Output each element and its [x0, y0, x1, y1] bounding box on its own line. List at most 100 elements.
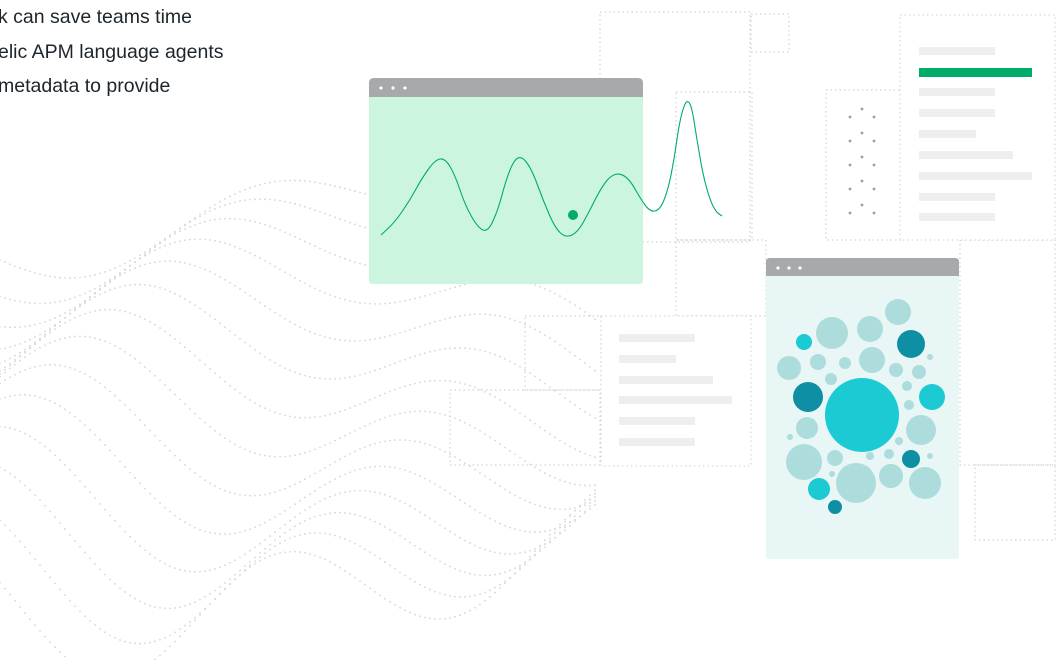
wave-field-dot: [59, 338, 61, 341]
wave-field-dot: [74, 415, 76, 418]
wave-field-dot: [29, 302, 31, 304]
wave-field-dot: [179, 606, 181, 609]
wave-field-dot: [239, 556, 241, 559]
wave-field-dot: [339, 297, 341, 300]
wave-field-dot: [74, 368, 76, 371]
wave-field-dot: [299, 179, 301, 182]
wave-field-dot: [229, 578, 231, 580]
grid-dot: [860, 179, 864, 183]
wave-field-dot: [514, 363, 516, 365]
wave-field-dot: [69, 469, 71, 471]
wave-field-dot: [104, 340, 106, 343]
wave-field-dot: [419, 296, 421, 299]
wave-field-dot: [284, 455, 286, 458]
bubble: [796, 334, 812, 350]
wave-field-dot: [39, 322, 41, 325]
wave-field-dot: [114, 345, 116, 347]
wave-field-dot: [149, 249, 151, 252]
bubble: [839, 357, 851, 369]
wave-field-dot: [134, 261, 136, 263]
wave-field-dot: [384, 416, 386, 419]
wave-field-dot: [269, 359, 271, 361]
wave-field-dot: [559, 344, 561, 346]
wave-field-dot: [94, 497, 96, 500]
wave-field-dot: [464, 539, 466, 542]
wave-field-dot: [314, 416, 316, 419]
wave-field-dot: [504, 316, 506, 319]
wave-field-dot: [179, 459, 181, 462]
wave-field-dot: [194, 601, 196, 604]
bubble: [786, 444, 822, 480]
wave-field-dot: [44, 335, 46, 338]
wave-field-dot: [534, 503, 536, 506]
wave-field-dot: [439, 412, 441, 415]
wave-field-dot: [484, 574, 486, 577]
wave-field-dot: [99, 272, 101, 275]
wave-field-dot: [9, 427, 11, 429]
wave-field-dot: [134, 414, 136, 416]
wave-field-dot: [364, 401, 366, 403]
wave-field-dot: [409, 383, 411, 386]
wave-field-dot: [219, 433, 221, 436]
wave-field-dot: [209, 569, 211, 572]
wave-field-dot: [519, 568, 521, 571]
wave-field-dot: [29, 347, 31, 350]
wave-field-dot: [309, 242, 311, 245]
wave-field-dot: [374, 396, 376, 399]
wave-field-dot: [559, 393, 561, 396]
wave-field-dot: [239, 569, 241, 572]
wave-field-dot: [54, 516, 56, 519]
wave-field-dot: [444, 379, 446, 382]
wave-field-dot: [489, 436, 491, 439]
wave-field-dot: [9, 362, 11, 365]
wave-field-dot: [109, 514, 111, 517]
wave-field-dot: [354, 261, 356, 264]
wave-chart-window: [369, 78, 723, 284]
wave-field-dot: [19, 371, 21, 374]
wave-field-dot: [504, 488, 506, 491]
wave-field-dot: [109, 390, 111, 393]
wave-field-dot: [29, 618, 31, 621]
wave-field-dot: [304, 205, 306, 208]
wave-field-dot: [9, 376, 11, 379]
wave-field-dot: [299, 416, 301, 419]
wave-field-dot: [449, 565, 451, 568]
wave-field-dot: [134, 283, 136, 286]
wave-field-dot: [104, 281, 106, 284]
wave-field-dot: [54, 454, 56, 457]
wave-field-dot: [154, 249, 156, 252]
wave-field-dot: [229, 562, 231, 564]
wave-field-dot: [394, 362, 396, 365]
wave-field-dot: [524, 369, 526, 371]
wave-field-dot: [424, 442, 426, 445]
wave-field-dot: [444, 489, 446, 491]
wave-field-dot: [554, 292, 556, 295]
wave-field-dot: [209, 482, 211, 485]
wave-field-dot: [49, 319, 51, 321]
wave-field-dot: [584, 512, 586, 514]
wave-field-dot: [129, 408, 131, 411]
wave-field-dot: [224, 326, 226, 329]
grid-dot: [848, 115, 852, 119]
wave-field-dot: [224, 380, 226, 383]
wave-field-dot: [149, 251, 151, 254]
wave-field-dot: [324, 558, 326, 561]
wave-field-dot: [579, 450, 581, 453]
wave-field-dot: [444, 527, 446, 530]
wave-field-dot: [4, 396, 6, 399]
wave-field-dot: [299, 238, 301, 241]
wave-field-dot: [129, 641, 131, 644]
wave-field-dot: [344, 187, 346, 190]
wave-field-dot: [234, 334, 236, 336]
wave-field-dot: [359, 301, 361, 304]
wave-field-dot: [9, 367, 11, 370]
wave-field-dot: [154, 606, 156, 608]
wave-field-dot: [439, 592, 441, 595]
wave-field-dot: [184, 624, 186, 627]
wave-field-dot: [139, 257, 141, 260]
wave-field-dot: [44, 570, 46, 573]
wave-field-dot: [504, 402, 506, 404]
wave-field-dot: [379, 394, 381, 397]
wave-field-dot: [354, 223, 356, 226]
wave-field-dot: [464, 502, 466, 505]
